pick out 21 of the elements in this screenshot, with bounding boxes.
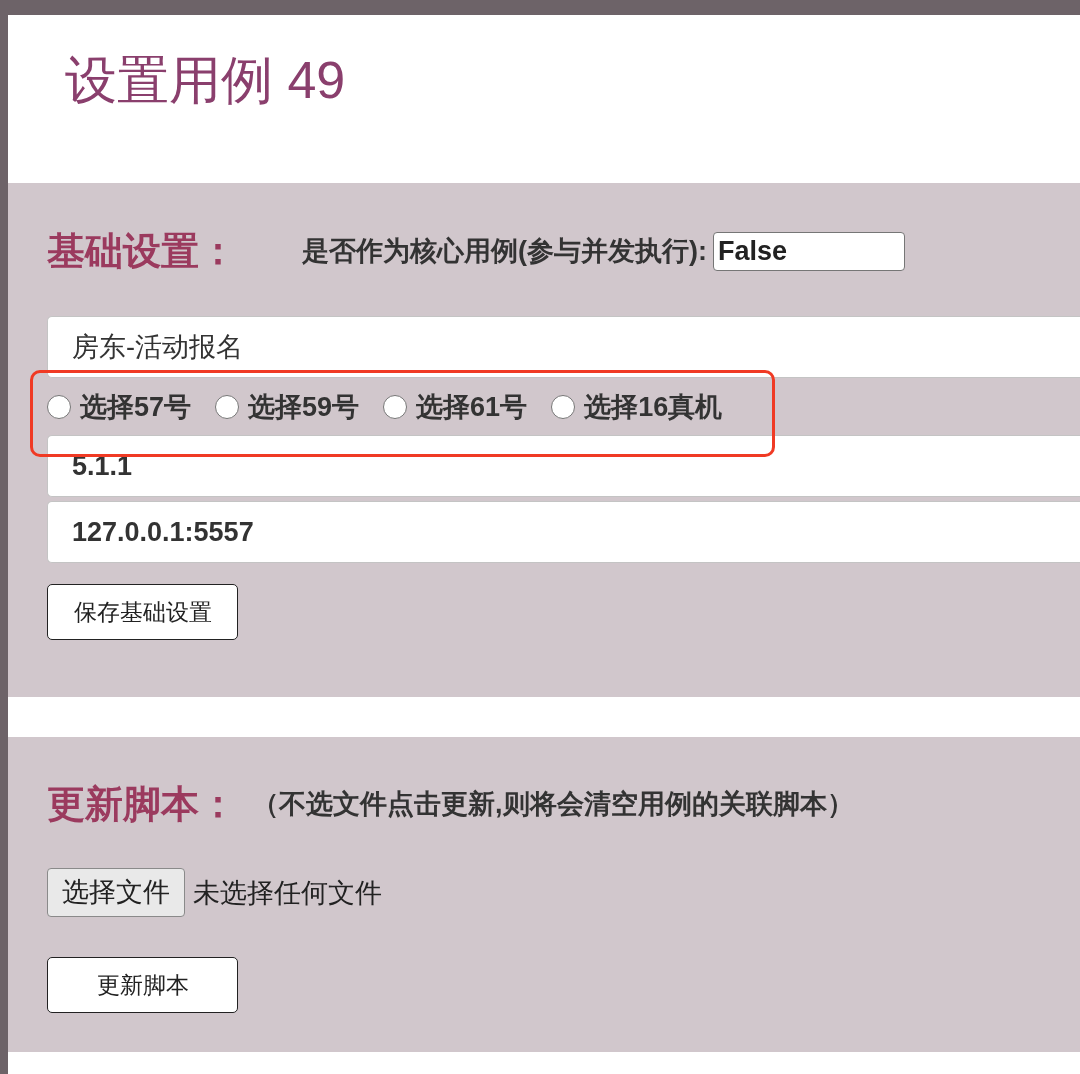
- choose-file-button[interactable]: 选择文件: [47, 868, 185, 917]
- page-title: 设置用例 49: [65, 54, 346, 106]
- text-field[interactable]: 127.0.0.1:5557: [47, 501, 1080, 563]
- save-settings-button[interactable]: 保存基础设置: [47, 584, 238, 640]
- core-case-field[interactable]: False: [713, 231, 905, 271]
- radio-button[interactable]: [215, 394, 240, 419]
- update-script-button[interactable]: 更新脚本: [47, 957, 238, 1013]
- radio-label: 选择61号: [416, 390, 528, 423]
- text-field[interactable]: 房东-活动报名: [47, 316, 1080, 378]
- section-heading: 更新脚本：: [47, 784, 237, 824]
- text-field[interactable]: 5.1.1: [47, 435, 1080, 497]
- radio-label: 选择59号: [248, 390, 360, 423]
- file-status-text: 未选择任何文件: [193, 876, 382, 909]
- radio-button[interactable]: [551, 394, 576, 419]
- radio-label: 选择57号: [80, 390, 192, 423]
- radio-button[interactable]: [383, 394, 408, 419]
- radio-button[interactable]: [47, 394, 71, 419]
- update-note-text: （不选文件点击更新,则将会清空用例的关联脚本）: [252, 788, 854, 820]
- section-heading: 基础设置：: [47, 231, 237, 271]
- radio-label: 选择16真机: [584, 390, 723, 423]
- core-case-label: 是否作为核心用例(参与并发执行):: [302, 235, 707, 267]
